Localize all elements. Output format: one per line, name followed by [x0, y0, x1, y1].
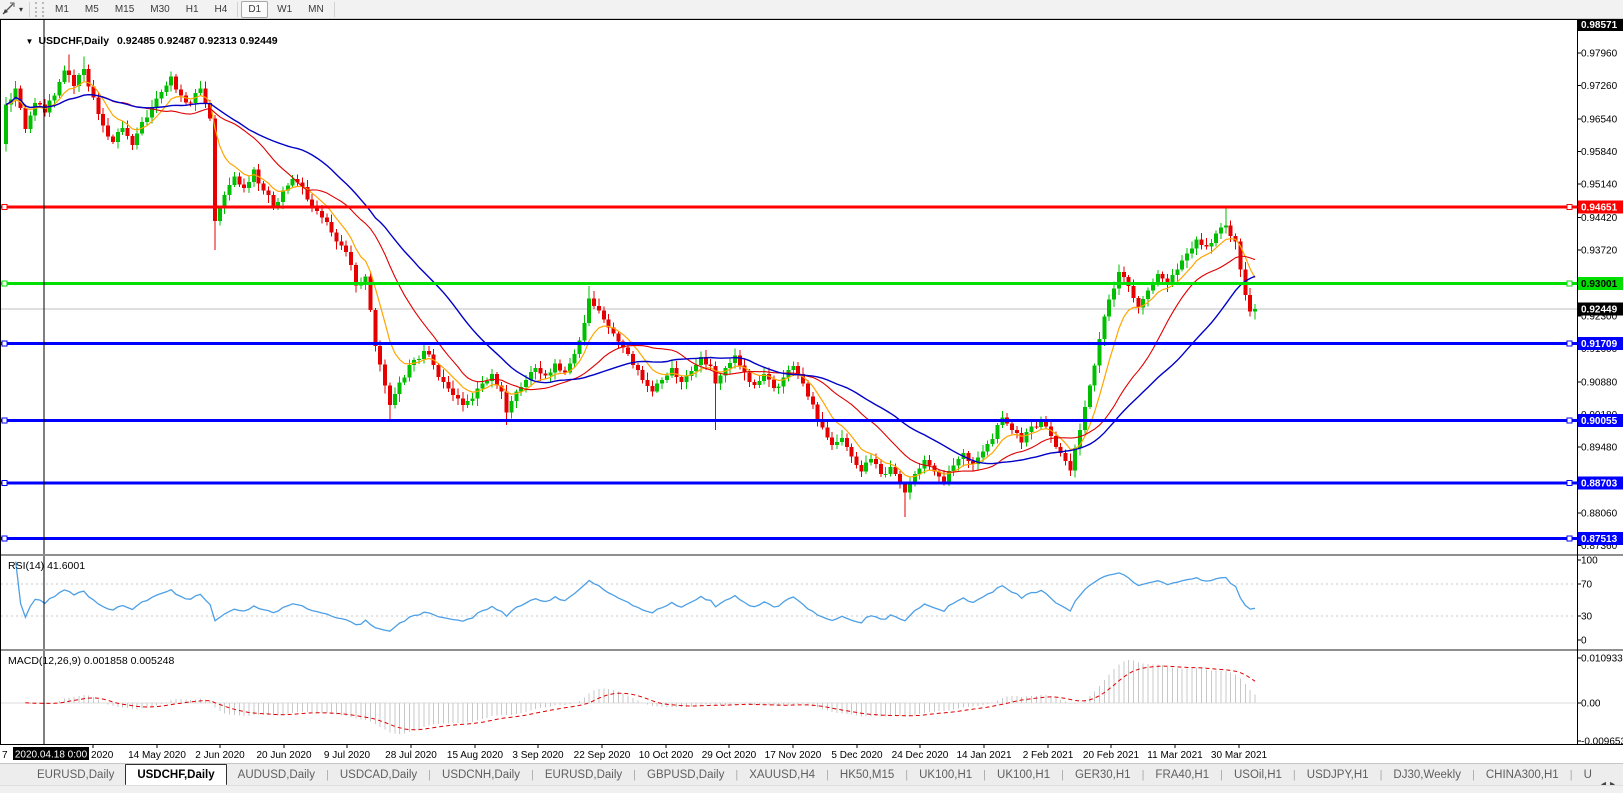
- timeframe-button-h1[interactable]: H1: [179, 1, 206, 18]
- svg-text:0.88060: 0.88060: [1581, 509, 1618, 520]
- svg-text:30 Mar 2021: 30 Mar 2021: [1211, 750, 1268, 761]
- svg-text:0.94420: 0.94420: [1581, 213, 1618, 224]
- svg-text:0.90055: 0.90055: [1581, 416, 1618, 427]
- symbol-tab-eurusd-daily[interactable]: EURUSD,Daily: [534, 766, 633, 785]
- svg-text:14 May 2020: 14 May 2020: [128, 750, 186, 761]
- svg-text:70: 70: [1581, 580, 1593, 591]
- symbol-tab-ger30-h1[interactable]: GER30,H1: [1064, 766, 1142, 785]
- svg-text:0.95840: 0.95840: [1581, 147, 1618, 158]
- timeframe-button-m15[interactable]: M15: [108, 1, 141, 18]
- svg-text:0.010933: 0.010933: [1581, 653, 1623, 664]
- chart-window[interactable]: 0.97960 0.97260 0.96540 0.95840 0.95140 0.944…: [0, 19, 1623, 763]
- svg-text:2 Feb 2021: 2 Feb 2021: [1023, 750, 1074, 761]
- symbol-tab-usdcnh-daily[interactable]: USDCNH,Daily: [431, 766, 531, 785]
- svg-text:5 Dec 2020: 5 Dec 2020: [831, 750, 883, 761]
- timeframe-button-m1[interactable]: M1: [48, 1, 76, 18]
- svg-text:0.87513: 0.87513: [1581, 534, 1618, 545]
- chart-tab-bar: EURUSD,DailyUSDCHF,DailyAUDUSD,Daily|USD…: [0, 763, 1623, 785]
- svg-text:0: 0: [1581, 636, 1587, 647]
- svg-text:0.90880: 0.90880: [1581, 378, 1618, 389]
- macd-indicator-label: MACD(12,26,9) 0.001858 0.005248: [8, 655, 174, 667]
- symbol-tab-usdcad-daily[interactable]: USDCAD,Daily: [329, 766, 428, 785]
- svg-text:30: 30: [1581, 612, 1593, 623]
- svg-text:2 Jun 2020: 2 Jun 2020: [195, 750, 245, 761]
- toolbar-separator: [237, 2, 238, 17]
- status-strip: [0, 785, 1623, 793]
- svg-text:0.93720: 0.93720: [1581, 246, 1618, 257]
- symbol-tab-dj30-weekly[interactable]: DJ30,Weekly: [1382, 766, 1472, 785]
- svg-text:15 Aug 2020: 15 Aug 2020: [447, 750, 504, 761]
- svg-text:0.93001: 0.93001: [1581, 279, 1618, 290]
- mt4-terminal: { "toolbar": { "icon": "chart-cursor-ico…: [0, 0, 1623, 793]
- svg-text:3 Sep 2020: 3 Sep 2020: [512, 750, 564, 761]
- svg-text:0.92449: 0.92449: [1581, 305, 1618, 316]
- symbol-tab-xauusd-h4[interactable]: XAUUSD,H4: [738, 766, 826, 785]
- timeframe-button-d1[interactable]: D1: [241, 1, 268, 18]
- toolbar-separator: [29, 2, 30, 17]
- svg-text:0.96540: 0.96540: [1581, 114, 1618, 125]
- chart-canvas[interactable]: 0.97960 0.97260 0.96540 0.95840 0.95140 0.944…: [0, 19, 1623, 763]
- symbol-tab-uk100-h1[interactable]: UK100,H1: [908, 766, 983, 785]
- symbol-tab-usdchf-daily[interactable]: USDCHF,Daily: [125, 764, 226, 785]
- timeframe-button-w1[interactable]: W1: [270, 1, 299, 18]
- svg-text:100: 100: [1581, 556, 1598, 567]
- svg-text:14 Jan 2021: 14 Jan 2021: [956, 750, 1011, 761]
- svg-text:0.91709: 0.91709: [1581, 339, 1618, 350]
- chart-cursor-icon[interactable]: [1, 2, 16, 16]
- svg-text:-0.009653: -0.009653: [1581, 737, 1623, 748]
- symbol-tab-usoil-h1[interactable]: USOil,H1: [1223, 766, 1293, 785]
- svg-text:0.94651: 0.94651: [1581, 202, 1618, 213]
- top-toolbar: ▾ M1M5M15M30H1H4 D1W1MN: [0, 0, 1623, 19]
- symbol-tab-uk100-h1[interactable]: UK100,H1: [986, 766, 1061, 785]
- timeframe-button-m5[interactable]: M5: [78, 1, 106, 18]
- symbol-period-label: USDCHF,Daily: [38, 35, 109, 47]
- svg-text:22 Sep 2020: 22 Sep 2020: [574, 750, 631, 761]
- svg-text:11 Mar 2021: 11 Mar 2021: [1147, 750, 1203, 761]
- svg-text:24 Dec 2020: 24 Dec 2020: [892, 750, 949, 761]
- ohlc-values: 0.92485 0.92487 0.92313 0.92449: [117, 35, 278, 47]
- symbol-tab-gbpusd-daily[interactable]: GBPUSD,Daily: [636, 766, 735, 785]
- svg-text:10 Oct 2020: 10 Oct 2020: [639, 750, 694, 761]
- chevron-down-icon[interactable]: ▾: [19, 5, 23, 14]
- symbol-tab-hk50-m15[interactable]: HK50,M15: [829, 766, 905, 785]
- svg-text:0.97960: 0.97960: [1581, 48, 1618, 59]
- toolbar-separator: [334, 2, 335, 17]
- svg-text:20 Jun 2020: 20 Jun 2020: [256, 750, 311, 761]
- svg-text:7: 7: [2, 750, 8, 761]
- symbol-tab-u[interactable]: U: [1573, 766, 1603, 785]
- svg-text:17 Nov 2020: 17 Nov 2020: [765, 750, 822, 761]
- toolbar-grip[interactable]: [35, 2, 44, 17]
- svg-text:0.95140: 0.95140: [1581, 180, 1618, 191]
- svg-text:2020.04.18 0:00: 2020.04.18 0:00: [15, 750, 88, 761]
- rsi-indicator-label: RSI(14) 41.6001: [8, 560, 85, 572]
- svg-text:20 Feb 2021: 20 Feb 2021: [1083, 750, 1140, 761]
- svg-text:0.98571: 0.98571: [1581, 20, 1618, 31]
- chart-title: ▼ USDCHF,Daily 0.92485 0.92487 0.92313 0.9…: [8, 23, 278, 59]
- svg-text:28 Jul 2020: 28 Jul 2020: [385, 750, 437, 761]
- timeframe-button-m30[interactable]: M30: [143, 1, 176, 18]
- collapse-triangle-icon[interactable]: ▼: [26, 37, 34, 46]
- symbol-tab-china300-h1[interactable]: CHINA300,H1: [1475, 766, 1570, 785]
- svg-text:29 Oct 2020: 29 Oct 2020: [702, 750, 757, 761]
- svg-text:0.88703: 0.88703: [1581, 479, 1618, 490]
- symbol-tab-usdjpy-h1[interactable]: USDJPY,H1: [1296, 766, 1380, 785]
- svg-text:0.00: 0.00: [1581, 699, 1601, 710]
- symbol-tab-audusd-daily[interactable]: AUDUSD,Daily: [227, 766, 326, 785]
- timeframe-button-mn[interactable]: MN: [301, 1, 331, 18]
- svg-text:9 Jul 2020: 9 Jul 2020: [324, 750, 371, 761]
- symbol-tab-eurusd-daily[interactable]: EURUSD,Daily: [26, 766, 125, 785]
- symbol-tab-fra40-h1[interactable]: FRA40,H1: [1144, 766, 1220, 785]
- svg-text:0.97260: 0.97260: [1581, 81, 1618, 92]
- svg-text:0.89480: 0.89480: [1581, 443, 1618, 454]
- timeframe-button-h4[interactable]: H4: [208, 1, 235, 18]
